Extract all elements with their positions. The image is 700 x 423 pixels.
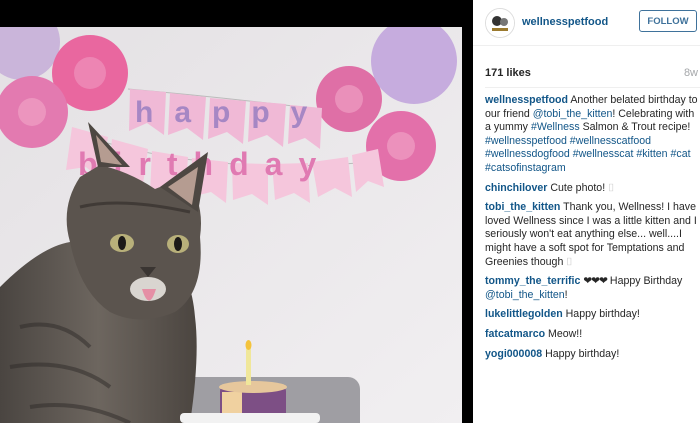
comment-username[interactable]: tommy_the_terrific: [485, 275, 580, 287]
comment-text: Happy Birthday: [609, 275, 683, 288]
comment-username[interactable]: tobi_the_kitten: [485, 201, 560, 213]
comment-username[interactable]: yogi000008: [485, 348, 542, 360]
list-item: tommy_the_terrific ❤❤❤ Happy Birthday @t…: [485, 275, 698, 302]
list-item: yogi000008 Happy birthday!: [485, 348, 698, 362]
comment-username[interactable]: chinchilover: [485, 182, 547, 194]
caption: wellnesspetfood Another belated birthday…: [485, 94, 698, 176]
post-details-panel: wellnesspetfood FOLLOW 171 likes 8w well…: [473, 0, 700, 423]
caption-hashtags[interactable]: #wellnesspetfood #wellnesscatfood #welln…: [485, 135, 691, 174]
comments-list: wellnesspetfood Another belated birthday…: [485, 94, 698, 367]
profile-avatar[interactable]: [485, 8, 515, 38]
flag-icon[interactable]: ⌷: [566, 256, 572, 268]
list-item: lukelittlegolden Happy birthday!: [485, 308, 698, 322]
comment-text: Meow!!: [548, 327, 583, 340]
post-age[interactable]: 8w: [684, 67, 698, 79]
likes-count[interactable]: 171 likes: [485, 67, 531, 79]
comment-text-end: !: [564, 288, 568, 301]
post-header: wellnesspetfood FOLLOW: [473, 0, 700, 46]
list-item: chinchilover Cute photo! ⌷: [485, 182, 698, 196]
wellness-logo-icon: [486, 9, 514, 37]
divider: [485, 87, 700, 88]
comment-username[interactable]: fatcatmarco: [485, 328, 545, 340]
list-item: fatcatmarco Meow!!: [485, 328, 698, 342]
caption-username[interactable]: wellnesspetfood: [485, 94, 568, 106]
comment-text: Happy birthday!: [565, 308, 640, 321]
caption-text-3: Salmon & Trout recipe!: [582, 121, 691, 134]
happy-banner-text: happy: [135, 96, 328, 129]
post-photo[interactable]: happy birthday: [0, 27, 462, 423]
comment-username[interactable]: lukelittlegolden: [485, 308, 563, 320]
caption-hashtag-wellness[interactable]: #Wellness: [531, 121, 580, 133]
comment-text: Happy birthday!: [545, 347, 620, 360]
heart-icons: ❤❤❤: [583, 275, 608, 288]
post-username[interactable]: wellnesspetfood: [522, 16, 608, 28]
comment-mention[interactable]: @tobi_the_kitten: [485, 289, 565, 301]
birthday-cat-photo: happy birthday: [0, 27, 462, 423]
flag-icon[interactable]: ⌷: [608, 182, 614, 194]
caption-mention[interactable]: @tobi_the_kitten: [533, 108, 613, 120]
list-item: tobi_the_kitten Thank you, Wellness! I h…: [485, 201, 698, 269]
comment-text: Cute photo!: [550, 181, 606, 194]
follow-button[interactable]: FOLLOW: [639, 10, 697, 32]
